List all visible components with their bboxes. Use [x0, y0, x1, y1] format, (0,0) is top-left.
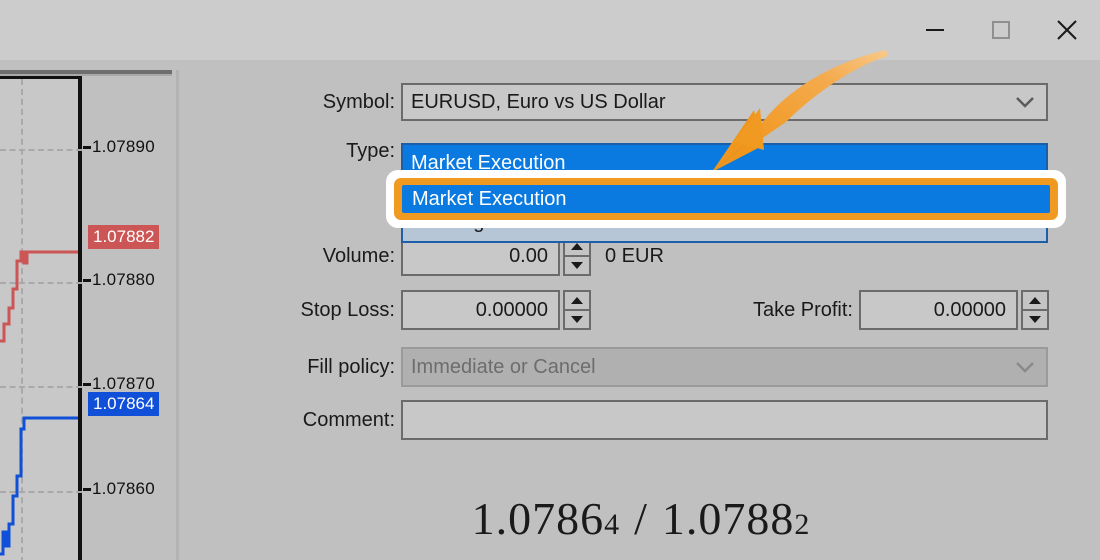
type-label: Type:	[346, 140, 395, 162]
take-profit-value: 0.00000	[933, 298, 1006, 321]
ask-price-last-digit: 2	[794, 508, 811, 541]
chevron-down-icon	[1014, 360, 1036, 374]
volume-label: Volume:	[322, 244, 395, 267]
chart-price-lines	[0, 250, 78, 556]
triangle-down-icon	[1029, 316, 1041, 323]
chart-scale-label: 1.07870	[92, 374, 155, 393]
stop-loss-stepper-down[interactable]	[565, 311, 589, 328]
fill-policy-value: Immediate or Cancel	[411, 355, 596, 378]
volume-value: 0.00	[509, 244, 548, 267]
fill-policy-row: Fill policy: Immediate or Cancel	[182, 347, 1100, 387]
stop-loss-value: 0.00000	[475, 298, 548, 321]
bid-price-main: 1.0786	[471, 493, 605, 544]
triangle-down-icon	[571, 262, 583, 269]
symbol-row: Symbol: EURUSD, Euro vs US Dollar	[182, 83, 1100, 121]
chart-scale-label: 1.07860	[92, 479, 155, 498]
take-profit-input[interactable]: 0.00000	[859, 290, 1018, 330]
chart-scale-label: 1.07890	[92, 137, 155, 156]
take-profit-stepper-up[interactable]	[1023, 292, 1047, 311]
volume-stepper-down[interactable]	[565, 257, 589, 274]
chart-axis-tick	[83, 279, 91, 282]
panel-divider	[176, 70, 179, 560]
fill-policy-select[interactable]: Immediate or Cancel	[401, 347, 1048, 387]
ask-price-main: 1.0788	[661, 493, 795, 544]
annotation-arrow-icon	[710, 50, 888, 174]
maximize-button[interactable]	[968, 0, 1034, 60]
fill-policy-label: Fill policy:	[307, 355, 395, 378]
bid-ask-quote: 1.07864 / 1.07882	[182, 492, 1100, 545]
comment-row: Comment:	[182, 400, 1100, 440]
order-form: Symbol: EURUSD, Euro vs US Dollar Type: …	[182, 60, 1100, 560]
take-profit-label: Take Profit:	[752, 298, 853, 321]
chart-axis-tick	[83, 146, 91, 149]
minimize-icon	[923, 18, 947, 42]
order-dialog-screenshot: 1.07890 1.07880 1.07870 1.07860 1.07882 …	[0, 0, 1100, 560]
minimize-button[interactable]	[902, 0, 968, 60]
highlighted-option-market-execution[interactable]: Market Execution	[402, 185, 1050, 213]
chart-axis-tick	[83, 488, 91, 491]
stop-loss-label: Stop Loss:	[300, 298, 395, 321]
stop-loss-stepper[interactable]	[563, 290, 591, 330]
chart-axis-tick	[83, 383, 91, 386]
close-button[interactable]	[1034, 0, 1100, 60]
ask-price-badge: 1.07882	[88, 225, 160, 249]
triangle-up-icon	[571, 243, 583, 250]
close-icon	[1053, 16, 1081, 44]
bid-price-last-digit: 4	[604, 508, 621, 541]
triangle-down-icon	[571, 316, 583, 323]
stoploss-takeprofit-row: Stop Loss: 0.00000 Take Profit: 0.00000	[182, 290, 1100, 330]
maximize-icon	[989, 18, 1013, 42]
symbol-value: EURUSD, Euro vs US Dollar	[411, 90, 666, 113]
window-controls	[902, 0, 1100, 60]
bid-price-badge: 1.07864	[88, 392, 160, 416]
comment-input[interactable]	[401, 400, 1048, 440]
title-bar	[0, 0, 1100, 60]
type-row: Type:	[182, 140, 401, 163]
triangle-up-icon	[571, 297, 583, 304]
triangle-up-icon	[1029, 297, 1041, 304]
take-profit-stepper-down[interactable]	[1023, 311, 1047, 328]
symbol-label: Symbol:	[322, 90, 395, 113]
chevron-down-icon	[1014, 95, 1036, 109]
highlight-annotation-border: Market Execution	[394, 178, 1058, 220]
take-profit-stepper[interactable]	[1021, 290, 1049, 330]
stop-loss-stepper-up[interactable]	[565, 292, 589, 311]
chart-scale-label: 1.07880	[92, 270, 155, 289]
highlight-annotation: Market Execution	[386, 170, 1066, 228]
chart-panel[interactable]: 1.07890 1.07880 1.07870 1.07860 1.07882 …	[0, 60, 179, 560]
quote-separator: /	[634, 493, 648, 544]
stop-loss-input[interactable]: 0.00000	[401, 290, 560, 330]
volume-unit: 0 EUR	[605, 244, 664, 267]
comment-label: Comment:	[302, 408, 395, 431]
